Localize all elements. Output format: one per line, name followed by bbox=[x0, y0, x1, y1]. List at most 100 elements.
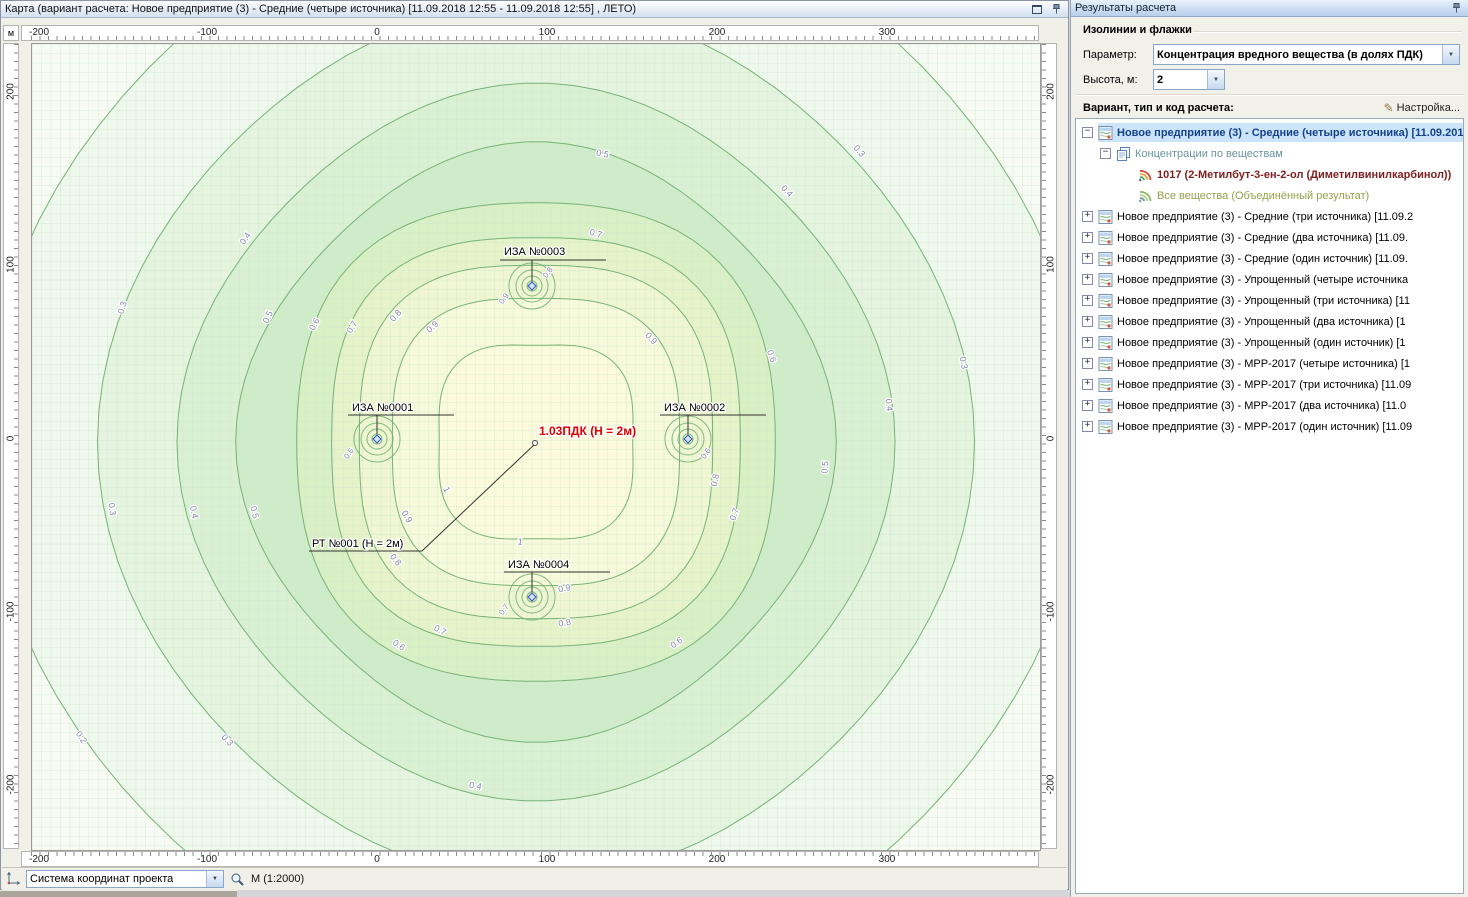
iso-icon bbox=[1138, 168, 1153, 182]
chevron-down-icon: ▼ bbox=[206, 871, 223, 887]
expand-icon[interactable]: + bbox=[1082, 274, 1093, 285]
tree-item-label: Новое предприятие (3) - Средние (один ис… bbox=[1117, 253, 1408, 265]
parameter-row: Параметр: Концентрация вредного вещества… bbox=[1083, 44, 1460, 65]
ruler-label: 100 bbox=[539, 854, 556, 865]
pin-icon bbox=[1451, 2, 1462, 14]
tree-item-content: Все вещества (Объединённый результат) bbox=[1138, 186, 1463, 205]
tree-item[interactable]: + Новое предприятие (3) - МРР-2017 (три и… bbox=[1076, 374, 1463, 395]
tree-item-content: Новое предприятие (3) - МРР-2017 (один и… bbox=[1098, 417, 1463, 436]
max-concentration-label: 1.03ПДК (Н = 2м) bbox=[539, 424, 636, 438]
height-value: 2 bbox=[1154, 74, 1207, 86]
tree-item-content: Концентрации по веществам bbox=[1116, 144, 1463, 163]
tree-item[interactable]: Все вещества (Объединённый результат) bbox=[1076, 185, 1463, 206]
variant-section-label: Вариант, тип и код расчета: bbox=[1083, 102, 1384, 114]
calc-point-label: РТ №001 (Н = 2м) bbox=[312, 538, 403, 550]
tree-item-label: Новое предприятие (3) - Средние (два ист… bbox=[1117, 232, 1408, 244]
tree-item-content: Новое предприятие (3) - Упрощенный (один… bbox=[1098, 333, 1463, 352]
results-tree: −Новое предприятие (3) - Средние (четыре… bbox=[1075, 118, 1464, 894]
tree-item-content: Новое предприятие (3) - МРР-2017 (четыре… bbox=[1098, 354, 1463, 373]
tree-item-label: Новое предприятие (3) - МРР-2017 (один и… bbox=[1117, 421, 1412, 433]
variant-icon bbox=[1098, 378, 1113, 392]
contour-label: 0.3 bbox=[958, 356, 970, 370]
ruler-label: 0 bbox=[1046, 427, 1057, 451]
ruler-label: -100 bbox=[197, 854, 217, 865]
isolines-group-title: Изолинии и флажки bbox=[1083, 24, 1192, 36]
variant-icon bbox=[1098, 357, 1113, 371]
contour-label: 0.3 bbox=[106, 502, 118, 516]
ruler-label: -200 bbox=[29, 27, 49, 38]
tree-item[interactable]: + Новое предприятие (3) - Средние (один и… bbox=[1076, 248, 1463, 269]
tree-item[interactable]: −Новое предприятие (3) - Средние (четыре… bbox=[1076, 122, 1463, 143]
expand-icon[interactable]: + bbox=[1082, 421, 1093, 432]
expand-icon[interactable]: + bbox=[1082, 211, 1093, 222]
ruler-label: 100 bbox=[1046, 253, 1057, 277]
tree-item[interactable]: + Новое предприятие (3) - Упрощенный (два… bbox=[1076, 311, 1463, 332]
tree-item-label: Новое предприятие (3) - Упрощенный (три … bbox=[1117, 295, 1410, 307]
expand-icon[interactable]: + bbox=[1082, 232, 1093, 243]
restore-button[interactable] bbox=[1029, 3, 1045, 16]
expand-icon[interactable]: + bbox=[1082, 253, 1093, 264]
expand-icon[interactable]: + bbox=[1082, 316, 1093, 327]
ruler-label: 100 bbox=[539, 27, 556, 38]
tree-item[interactable]: −Концентрации по веществам bbox=[1076, 143, 1463, 164]
map-canvas[interactable]: 0.20.30.30.30.30.30.40.40.40.40.40.50.50… bbox=[31, 43, 1041, 851]
pin-icon bbox=[1051, 3, 1062, 15]
tree-item[interactable]: + Новое предприятие (3) - Упрощенный (три… bbox=[1076, 290, 1463, 311]
variant-header: Вариант, тип и код расчета: ✎ Настройка.… bbox=[1083, 100, 1460, 116]
tree-item-label: 1017 (2-Метилбут-3-ен-2-ол (Диметилвинил… bbox=[1157, 169, 1451, 181]
collapse-icon[interactable]: − bbox=[1082, 127, 1093, 138]
pencil-icon: ✎ bbox=[1384, 103, 1394, 113]
pin-button[interactable] bbox=[1048, 3, 1064, 16]
tree-item[interactable]: +Новое предприятие (3) - Упрощенный (чет… bbox=[1076, 269, 1463, 290]
expand-icon[interactable]: + bbox=[1082, 400, 1093, 411]
variant-icon bbox=[1098, 294, 1113, 308]
tree-item-content: Новое предприятие (3) - Упрощенный (два … bbox=[1098, 312, 1463, 331]
variant-icon bbox=[1098, 126, 1113, 140]
expand-icon[interactable]: + bbox=[1082, 379, 1093, 390]
ruler-label: -200 bbox=[1046, 773, 1057, 797]
tree-item[interactable]: + Новое предприятие (3) - Средние (три ис… bbox=[1076, 206, 1463, 227]
ruler-unit-label: м bbox=[8, 28, 14, 38]
expand-icon[interactable]: + bbox=[1082, 295, 1093, 306]
settings-link[interactable]: ✎ Настройка... bbox=[1384, 102, 1460, 114]
ruler-label: 0 bbox=[374, 854, 380, 865]
zoom-scale-icon bbox=[230, 872, 245, 887]
ruler-label: -100 bbox=[6, 600, 17, 624]
parameter-select[interactable]: Концентрация вредного вещества (в долях … bbox=[1153, 44, 1460, 65]
ruler-label: 200 bbox=[709, 27, 726, 38]
tree-item[interactable]: + Новое предприятие (3) - МРР-2017 (четыр… bbox=[1076, 353, 1463, 374]
map-window-titlebar: Карта (вариант расчета: Новое предприяти… bbox=[1, 1, 1068, 18]
height-select[interactable]: 2 ▼ bbox=[1153, 69, 1225, 90]
calc-point-marker[interactable] bbox=[533, 441, 538, 446]
coordinate-system-select[interactable]: Система координат проекта ▼ bbox=[26, 870, 224, 888]
expand-icon[interactable]: + bbox=[1082, 337, 1093, 348]
restore-icon bbox=[1032, 5, 1042, 14]
ruler-label: -100 bbox=[197, 27, 217, 38]
ruler-label: -200 bbox=[6, 773, 17, 797]
tree-item-content: Новое предприятие (3) - Средние (три ист… bbox=[1098, 207, 1463, 226]
tree-item[interactable]: 1017 (2-Метилбут-3-ен-2-ол (Диметилвинил… bbox=[1076, 164, 1463, 185]
expand-icon[interactable]: + bbox=[1082, 358, 1093, 369]
tree-item[interactable]: + Новое предприятие (3) - МРР-2017 (один … bbox=[1076, 416, 1463, 437]
variant-icon bbox=[1098, 315, 1113, 329]
ruler-label: 200 bbox=[6, 80, 17, 104]
tree-item-content: Новое предприятие (3) - Средние (один ис… bbox=[1098, 249, 1463, 268]
tree-item-content: Новое предприятие (3) - Средние (четыре … bbox=[1098, 123, 1463, 142]
tree-item[interactable]: + Новое предприятие (3) - Упрощенный (оди… bbox=[1076, 332, 1463, 353]
tree-item[interactable]: + Новое предприятие (3) - Средние (два ис… bbox=[1076, 227, 1463, 248]
collapsed-panel-strip[interactable] bbox=[0, 890, 237, 897]
pin-button[interactable] bbox=[1448, 2, 1464, 15]
coordinate-system-icon bbox=[6, 872, 20, 886]
tree-item-label: Новое предприятие (3) - МРР-2017 (три ис… bbox=[1117, 379, 1411, 391]
source-label: ИЗА №0001 bbox=[352, 402, 413, 414]
tree-item[interactable]: +Новое предприятие (3) - МРР-2017 (два и… bbox=[1076, 395, 1463, 416]
contour-label: 0.8 bbox=[558, 617, 572, 629]
contour-label: 0.4 bbox=[883, 398, 894, 411]
collapse-icon[interactable]: − bbox=[1100, 148, 1111, 159]
ruler-top: -200-1000100200300 bbox=[21, 25, 1039, 41]
ruler-bottom: -200-1000100200300 bbox=[21, 851, 1039, 867]
tree-item-content: Новое предприятие (3) - МРР-2017 (три ис… bbox=[1098, 375, 1463, 394]
parameter-label: Параметр: bbox=[1083, 49, 1153, 61]
ruler-label: 0 bbox=[374, 27, 380, 38]
source-label: ИЗА №0003 bbox=[504, 246, 565, 258]
